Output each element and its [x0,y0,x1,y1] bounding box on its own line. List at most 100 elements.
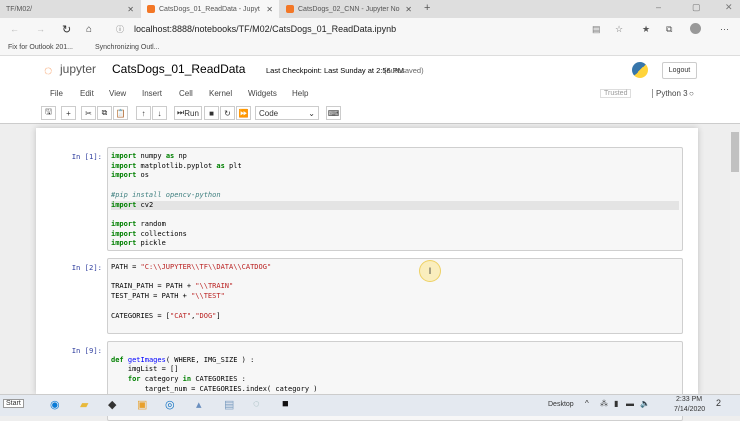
close-window-button[interactable]: ✕ [725,2,733,13]
bookmark-sync-outlook[interactable]: Synchronizing Outl... [95,44,160,51]
menu-help[interactable]: Help [292,89,308,98]
autosave-status: (autosaved) [384,66,424,75]
code-line: import pickle [111,239,166,248]
info-icon: ⓘ [116,24,124,34]
code-cell[interactable]: import numpy as np import matplotlib.pypl… [107,147,683,251]
tab-tf-m02[interactable]: TF/M02/ ✕ [0,0,140,18]
code-line: TEST_PATH = PATH + "\\TEST" [111,292,225,301]
scrollbar[interactable] [730,124,740,394]
start-button[interactable]: Start [3,399,24,408]
favorites-icon[interactable]: ★ [642,24,650,35]
tray-overflow-icon[interactable]: ^ [585,399,589,408]
jupyter-logo-icon: ◌ [44,62,53,78]
desktop-toolbar[interactable]: Desktop [548,401,574,408]
network-icon[interactable]: ⁂ [600,399,608,408]
teamviewer-icon[interactable]: ◎ [165,398,175,411]
refresh-icon[interactable]: ↻ [62,23,71,36]
code-line: import collections [111,229,187,238]
file-explorer-icon[interactable]: ▰ [80,398,88,411]
menu-widgets[interactable]: Widgets [248,89,277,98]
menu-cell[interactable]: Cell [179,89,193,98]
star-icon[interactable]: ☆ [615,24,623,35]
tab-label: CatsDogs_02_CNN - Jupyter No [298,5,400,13]
paste-button[interactable]: 📋 [113,106,128,120]
address-bar-row: ← → ↻ ⌂ ⓘ localhost:8888/notebooks/TF/M0… [0,18,740,40]
reader-icon[interactable]: ▤ [592,24,601,35]
cell-prompt: In [9]: [71,346,102,355]
menu-kernel[interactable]: Kernel [209,89,232,98]
scrollbar-thumb[interactable] [731,132,739,172]
clock-time[interactable]: 2:33 PM [676,396,702,403]
menu-edit[interactable]: Edit [80,89,94,98]
menu-view[interactable]: View [109,89,126,98]
tab-cnn[interactable]: CatsDogs_02_CNN - Jupyter No ✕ [280,0,418,18]
save-button[interactable]: 🖫 [41,106,56,120]
close-icon[interactable]: ✕ [127,5,134,14]
back-icon[interactable]: ← [10,24,19,34]
collections-icon[interactable]: ⧉ [666,24,672,35]
menu-insert[interactable]: Insert [142,89,162,98]
minimize-button[interactable]: – [656,2,661,12]
insert-cell-button[interactable]: + [61,106,76,120]
tab-label: CatsDogs_01_ReadData - Jupyt [159,5,260,13]
avatar[interactable] [690,23,701,34]
code-line: import random [111,219,166,228]
notebook-title[interactable]: CatsDogs_01_ReadData [112,62,245,76]
maximize-button[interactable]: ▢ [692,2,701,13]
clock-date[interactable]: 7/14/2020 [674,406,705,413]
restart-button[interactable]: ↻ [220,106,235,120]
notepad-icon[interactable]: ▤ [224,398,234,411]
battery-icon[interactable]: ▬ [626,399,634,408]
copy-button[interactable]: ⧉ [97,106,112,120]
cell-type-select[interactable]: Code ⌄ [255,106,319,120]
forward-icon[interactable]: → [36,24,45,34]
menu-bar: File Edit View Insert Cell Kernel Widget… [0,89,740,101]
edge-icon[interactable]: ◉ [50,398,60,411]
terminal-icon[interactable]: ■ [282,398,289,410]
jupyter-logo[interactable]: jupyter [60,62,96,76]
code-line: import os [111,171,149,180]
move-up-button[interactable]: ↑ [136,106,151,120]
code-line: PATH = "C:\\JUPYTER\\TF\\DATA\\CATDOG" [111,263,272,271]
volume-icon[interactable]: 🔈 [640,399,650,408]
media-icon[interactable]: ◌ [253,398,260,410]
cell-prompt: In [1]: [71,152,102,161]
tab-label: TF/M02/ [6,5,33,13]
chevron-down-icon: ⌄ [308,108,315,118]
logout-button[interactable]: Logout [662,62,697,79]
more-icon[interactable]: ⋯ [720,24,729,35]
interrupt-button[interactable]: ■ [204,106,219,120]
code-line: imgList = [] [111,365,179,374]
trusted-indicator[interactable]: Trusted [600,89,632,98]
jupyter-favicon-icon [286,5,294,13]
new-tab-button[interactable]: + [424,2,430,14]
move-down-button[interactable]: ↓ [152,106,167,120]
notifications-icon[interactable]: 2 [716,398,721,408]
url-field[interactable]: localhost:8888/notebooks/TF/M02/CatsDogs… [134,24,396,34]
code-line: import matplotlib.pyplot as plt [111,161,242,170]
kernel-status-icon: ○ [689,89,694,98]
cut-button[interactable]: ✂ [81,106,96,120]
jupyter-favicon-icon [147,5,155,13]
microphone-icon[interactable]: ▮ [614,399,618,408]
tab-readdata[interactable]: CatsDogs_01_ReadData - Jupyt ✕ [141,0,279,18]
close-icon[interactable]: ✕ [266,5,273,14]
menu-file[interactable]: File [50,89,63,98]
command-palette-button[interactable]: ⌨ [326,106,341,120]
home-icon[interactable]: ⌂ [86,24,92,35]
app-icon[interactable]: ◆ [108,398,116,411]
restart-run-all-button[interactable]: ⏩ [236,106,251,120]
code-cell[interactable]: PATH = "C:\\JUPYTER\\TF\\DATA\\CATDOG" T… [107,258,683,334]
bookmark-outlook-fix[interactable]: Fix for Outlook 201... [8,44,73,51]
close-icon[interactable]: ✕ [405,5,412,14]
run-icon: ⏭ [177,108,185,117]
bookmarks-bar: Fix for Outlook 201... Synchronizing Out… [0,40,740,56]
outlook-icon[interactable]: ▣ [137,398,147,411]
paint-icon[interactable]: ▴ [196,398,202,411]
cell-prompt: In [2]: [71,263,102,272]
run-button[interactable]: ⏭ Run [174,106,202,120]
